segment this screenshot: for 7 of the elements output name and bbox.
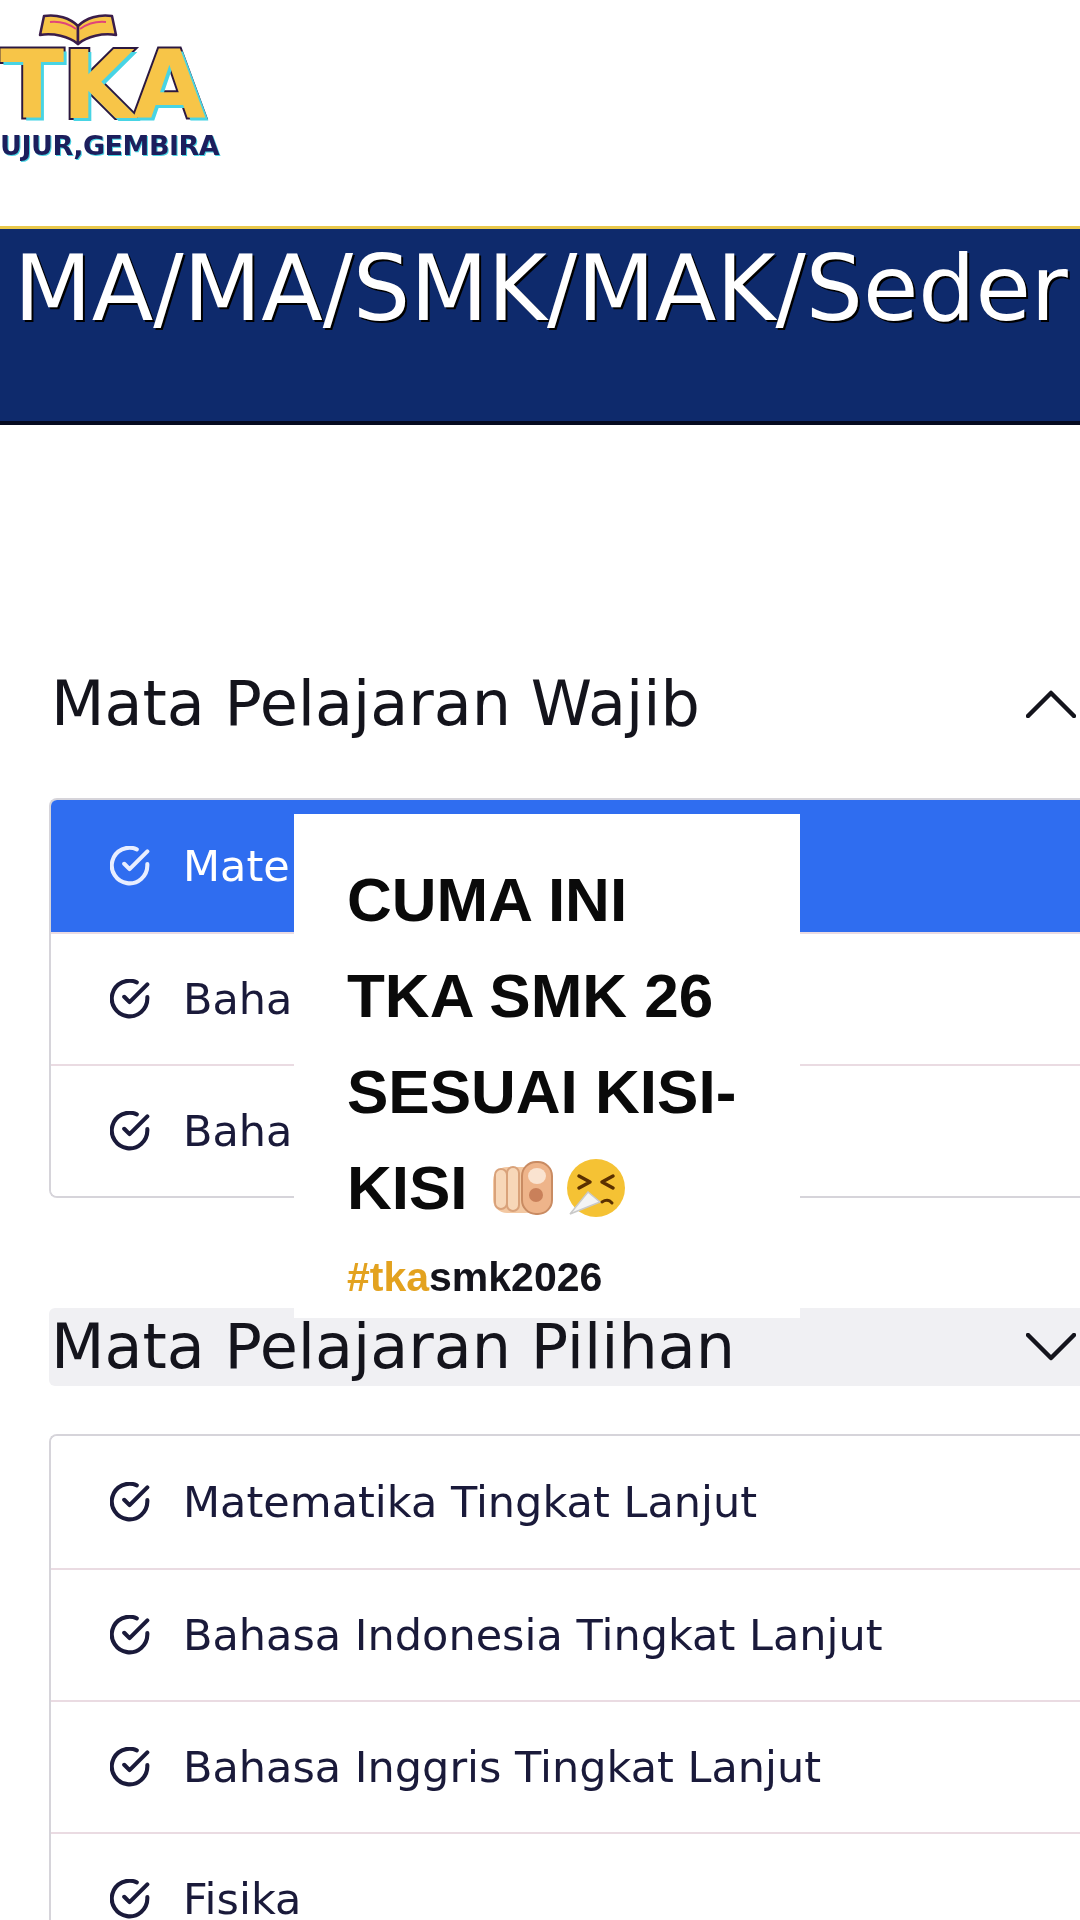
logo-tagline: UJUR,GEMBIRA <box>0 130 220 161</box>
caption-line: CUMA INI <box>347 865 628 935</box>
caption-line: KISI <box>347 1153 468 1223</box>
banner-title: MA/MA/SMK/MAK/Seder <box>14 239 1068 338</box>
caption-line: TKA SMK 26 <box>347 961 714 1031</box>
logo-wordmark: TKA <box>0 46 204 127</box>
hashtag-text: #tkasmk2026 <box>347 1253 603 1301</box>
